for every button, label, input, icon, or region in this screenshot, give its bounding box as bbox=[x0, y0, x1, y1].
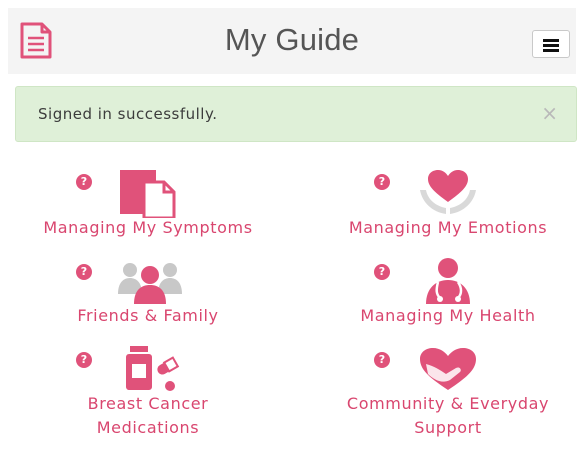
tile-label-line2: Support bbox=[414, 418, 482, 437]
pills-icon bbox=[126, 346, 180, 391]
tile-managing-health[interactable]: ? Managing My Health bbox=[308, 256, 584, 332]
menu-button[interactable] bbox=[532, 30, 570, 58]
page-title: My Guide bbox=[224, 22, 360, 57]
tile-managing-symptoms[interactable]: ? Managing My Symptoms bbox=[8, 166, 288, 242]
close-icon[interactable]: × bbox=[541, 101, 558, 125]
help-icon[interactable]: ? bbox=[76, 352, 92, 368]
tile-label-line2: Medications bbox=[96, 418, 200, 437]
success-alert: Signed in successfully. × bbox=[15, 86, 577, 142]
tile-label: Managing My Symptoms bbox=[43, 218, 253, 237]
symptoms-icon bbox=[120, 170, 176, 218]
heart-hand-icon bbox=[420, 348, 476, 390]
alert-message: Signed in successfully. bbox=[38, 105, 218, 123]
people-group-icon bbox=[118, 263, 182, 304]
tile-label: Breast Cancer bbox=[87, 394, 209, 413]
tile-friends-family[interactable]: ? Friends & Family bbox=[8, 256, 288, 332]
tile-breast-cancer-medications[interactable]: ? Breast Cancer Medications bbox=[8, 344, 288, 444]
help-icon[interactable]: ? bbox=[76, 264, 92, 280]
tile-label: Managing My Emotions bbox=[348, 218, 548, 237]
tile-community-support[interactable]: ? Community & Everyday Support bbox=[308, 344, 584, 444]
tile-managing-emotions[interactable]: ? Managing My Emotions bbox=[308, 166, 584, 242]
app-header: My Guide bbox=[8, 8, 576, 74]
tile-label: Managing My Health bbox=[360, 306, 536, 325]
help-icon[interactable]: ? bbox=[374, 352, 390, 368]
heart-hands-icon bbox=[420, 170, 476, 214]
help-icon[interactable]: ? bbox=[76, 174, 92, 190]
tile-label: Friends & Family bbox=[77, 306, 219, 325]
help-icon[interactable]: ? bbox=[374, 174, 390, 190]
help-icon[interactable]: ? bbox=[374, 264, 390, 280]
doctor-icon bbox=[426, 258, 470, 304]
tile-label: Community & Everyday bbox=[346, 394, 550, 413]
